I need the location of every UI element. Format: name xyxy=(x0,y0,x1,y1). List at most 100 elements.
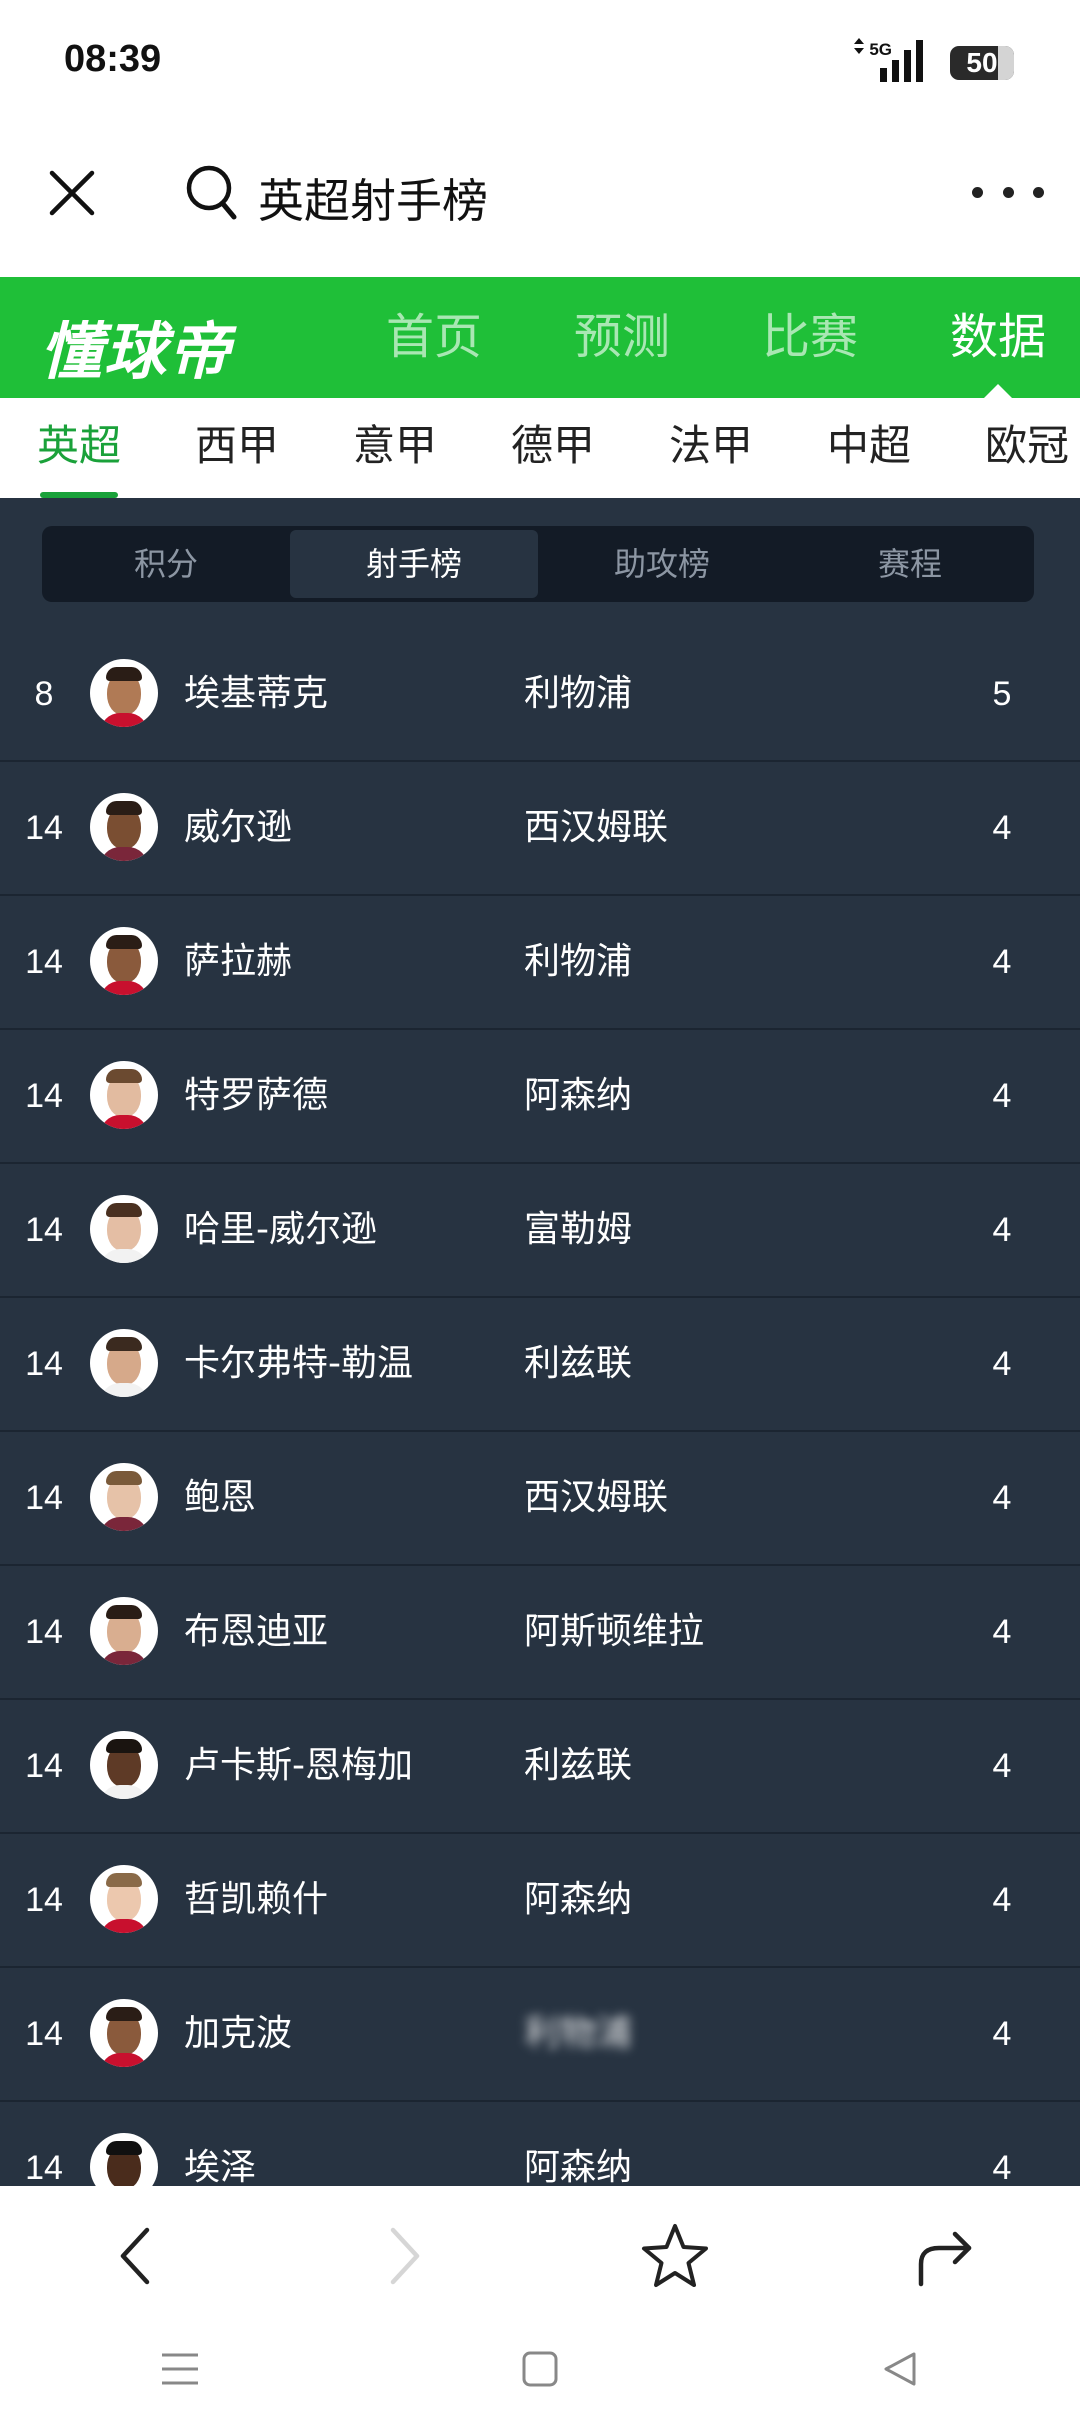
rank: 14 xyxy=(25,943,63,981)
share-icon xyxy=(918,2231,972,2287)
player-name: 萨拉赫 xyxy=(184,941,293,982)
forward-button[interactable] xyxy=(270,2186,540,2326)
nav-predict[interactable]: 预测 xyxy=(528,277,716,398)
browser-toolbar xyxy=(0,2186,1080,2326)
star-icon xyxy=(642,2224,708,2287)
player-avatar xyxy=(90,659,158,727)
goals: 4 xyxy=(992,1479,1012,1517)
segment-schedule[interactable]: 赛程 xyxy=(786,526,1034,602)
player-avatar xyxy=(90,1731,158,1799)
team-name: 利物浦 xyxy=(524,673,633,714)
more-icon[interactable] xyxy=(972,177,1044,207)
table-row[interactable]: 14 哲凯赖什 阿森纳 4 xyxy=(0,1834,1080,1968)
league-tabs: 英超 西甲 意甲 德甲 法甲 中超 欧冠 xyxy=(0,398,1080,498)
goals: 4 xyxy=(992,1345,1012,1383)
segment-top-scorers[interactable]: 射手榜 xyxy=(290,530,538,598)
rank: 14 xyxy=(25,1613,63,1651)
table-row[interactable]: 14 哈里-威尔逊 富勒姆 4 xyxy=(0,1164,1080,1298)
goals: 4 xyxy=(992,1211,1012,1249)
player-name: 卡尔弗特-勒温 xyxy=(184,1343,413,1384)
team-name: 阿森纳 xyxy=(524,2147,633,2186)
team-name: 西汉姆联 xyxy=(524,1477,669,1518)
team-name: 阿斯顿维拉 xyxy=(524,1611,705,1652)
player-avatar xyxy=(90,1999,158,2067)
player-avatar xyxy=(90,927,158,995)
segment-control: 积分 射手榜 助攻榜 赛程 xyxy=(42,526,1034,602)
battery-icon: 50 xyxy=(950,46,1014,80)
tab-ligue-1[interactable]: 法甲 xyxy=(632,398,790,498)
triangle-back-icon xyxy=(884,2352,916,2386)
player-avatar xyxy=(90,1865,158,1933)
table-row[interactable]: 14 卢卡斯-恩梅加 利兹联 4 xyxy=(0,1700,1080,1834)
chevron-right-icon xyxy=(390,2227,420,2285)
table-row[interactable]: 14 布恩迪亚 阿斯顿维拉 4 xyxy=(0,1566,1080,1700)
table-row[interactable]: 14 威尔逊 西汉姆联 4 xyxy=(0,762,1080,896)
goals: 4 xyxy=(992,1747,1012,1785)
table-row[interactable]: 14 加克波 利物浦 4 xyxy=(0,1968,1080,2102)
team-name: 阿森纳 xyxy=(524,1879,633,1920)
player-name: 哲凯赖什 xyxy=(184,1879,329,1920)
goals: 4 xyxy=(992,809,1012,847)
player-name: 布恩迪亚 xyxy=(184,1611,329,1652)
goals: 4 xyxy=(992,1077,1012,1115)
rank: 14 xyxy=(25,1747,63,1785)
goals: 4 xyxy=(992,1613,1012,1651)
status-bar: 08:39 5G 50 xyxy=(0,0,1080,125)
tab-laliga[interactable]: 西甲 xyxy=(158,398,316,498)
sys-back-button[interactable] xyxy=(720,2326,1080,2412)
team-name: 利物浦 xyxy=(524,941,633,982)
sys-menu-button[interactable] xyxy=(0,2326,360,2412)
player-name: 威尔逊 xyxy=(184,807,293,848)
segment-standings[interactable]: 积分 xyxy=(42,526,290,602)
tab-champions-league[interactable]: 欧冠 xyxy=(948,398,1080,498)
player-avatar xyxy=(90,1061,158,1129)
share-button[interactable] xyxy=(810,2186,1080,2326)
tab-bundesliga[interactable]: 德甲 xyxy=(474,398,632,498)
table-row[interactable]: 14 卡尔弗特-勒温 利兹联 4 xyxy=(0,1298,1080,1432)
goals: 4 xyxy=(992,1881,1012,1919)
goals: 4 xyxy=(992,2149,1012,2186)
team-name: 西汉姆联 xyxy=(524,807,669,848)
nav-home[interactable]: 首页 xyxy=(340,277,528,398)
rank: 14 xyxy=(25,1211,63,1249)
brand-nav: 首页 预测 比赛 数据 xyxy=(340,277,1080,398)
rank: 14 xyxy=(25,2015,63,2053)
square-icon xyxy=(522,2351,558,2387)
table-row[interactable]: 14 萨拉赫 利物浦 4 xyxy=(0,896,1080,1030)
signal-icon xyxy=(854,38,923,82)
team-name: 利兹联 xyxy=(524,1745,633,1786)
player-avatar xyxy=(90,793,158,861)
brand-bar: 懂球帝 首页 预测 比赛 数据 xyxy=(0,277,1080,398)
sys-home-button[interactable] xyxy=(360,2326,720,2412)
system-navigation xyxy=(0,2326,1080,2412)
goals: 4 xyxy=(992,943,1012,981)
table-row[interactable]: 14 特罗萨德 阿森纳 4 xyxy=(0,1030,1080,1164)
player-name: 鲍恩 xyxy=(184,1477,257,1518)
segment-assists[interactable]: 助攻榜 xyxy=(538,526,786,602)
table-row[interactable]: 14 埃泽 阿森纳 4 xyxy=(0,2102,1080,2186)
nav-data[interactable]: 数据 xyxy=(904,277,1080,398)
tab-csl[interactable]: 中超 xyxy=(790,398,948,498)
tab-premier-league[interactable]: 英超 xyxy=(0,398,158,498)
close-icon[interactable] xyxy=(44,165,100,221)
player-avatar xyxy=(90,1195,158,1263)
scorers-panel: 积分 射手榜 助攻榜 赛程 8 埃基蒂克 利物浦 5 14 威尔逊 西汉姆联 4… xyxy=(0,498,1080,2186)
menu-icon xyxy=(162,2353,198,2385)
back-button[interactable] xyxy=(0,2186,270,2326)
brand-logo[interactable]: 懂球帝 xyxy=(40,301,232,391)
player-avatar xyxy=(90,2133,158,2186)
player-name: 埃泽 xyxy=(184,2147,257,2186)
table-row[interactable]: 8 埃基蒂克 利物浦 5 xyxy=(0,628,1080,762)
nav-matches[interactable]: 比赛 xyxy=(716,277,904,398)
player-name: 特罗萨德 xyxy=(184,1075,329,1116)
player-avatar xyxy=(90,1597,158,1665)
rank: 14 xyxy=(25,1479,63,1517)
status-time: 08:39 xyxy=(64,38,162,80)
rank: 14 xyxy=(25,809,63,847)
search-icon xyxy=(186,165,237,220)
favorite-button[interactable] xyxy=(540,2186,810,2326)
tab-serie-a[interactable]: 意甲 xyxy=(316,398,474,498)
goals: 5 xyxy=(992,675,1012,713)
search-query[interactable]: 英超射手榜 xyxy=(258,165,488,231)
table-row[interactable]: 14 鲍恩 西汉姆联 4 xyxy=(0,1432,1080,1566)
